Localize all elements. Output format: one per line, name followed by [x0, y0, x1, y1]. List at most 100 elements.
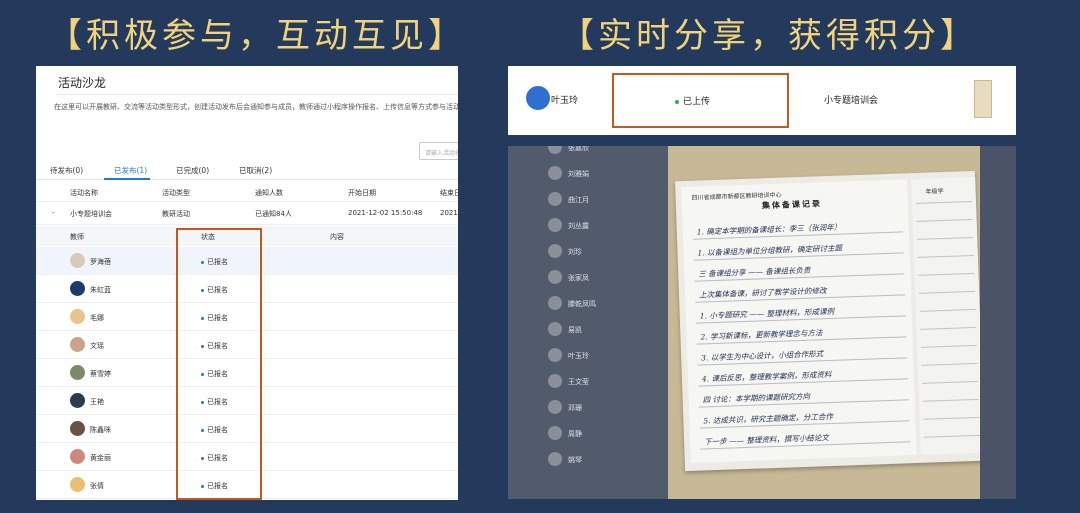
member-name: 张嘉欣 [568, 146, 589, 152]
table-grid-line [917, 236, 974, 240]
panel-edge [980, 146, 1016, 499]
col-end-date: 结束日 [440, 189, 458, 197]
upload-activity: 小专题培训会 [824, 96, 879, 106]
avatar [548, 296, 562, 310]
avatar [548, 426, 562, 440]
avatar [548, 270, 562, 284]
member-name: 刘珍 [568, 248, 582, 256]
table-grid-line [916, 218, 973, 222]
member-name: 张家凤 [568, 274, 589, 282]
member-name: 滕乾凤鸣 [568, 300, 596, 308]
upload-thumbnail[interactable] [974, 80, 992, 118]
member-list-item[interactable]: 周静 [548, 426, 658, 442]
notebook-left-page: 四川省成都市新都区教研培训中心 集体备课记录 1. 确定本学期的备课组长：李三（… [681, 179, 917, 463]
activity-end: 2021 [440, 209, 458, 217]
member-name: 姚琴 [568, 456, 582, 464]
teacher-name: 朱虹蓝 [90, 286, 111, 294]
notebook-right-page: 年级学 [911, 176, 985, 455]
table-grid-line [919, 290, 976, 294]
active-tab-indicator [104, 178, 150, 180]
member-list-item[interactable]: 邓珊 [548, 400, 658, 416]
avatar [548, 146, 562, 154]
member-list-item[interactable]: 曲江月 [548, 192, 658, 208]
member-name: 刘丛露 [568, 222, 589, 230]
teacher-name: 毛娜 [90, 314, 104, 322]
col-activity-name: 活动名称 [70, 189, 98, 197]
teacher-name: 王艳 [90, 398, 104, 406]
avatar [548, 322, 562, 336]
avatar [548, 400, 562, 414]
tab-cancelled[interactable]: 已取消(2) [239, 165, 272, 176]
member-list-item[interactable]: 张嘉欣 [548, 146, 658, 156]
activity-name: 小专题培训会 [70, 210, 112, 218]
left-heading: 【积极参与，互动互见】 [48, 16, 466, 56]
teacher-name: 黄金丽 [90, 454, 111, 462]
table-grid-line [924, 434, 981, 438]
avatar [70, 449, 85, 464]
notebook-photo[interactable]: 四川省成都市新都区教研培训中心 集体备课记录 1. 确定本学期的备课组长：李三（… [668, 146, 985, 499]
member-name: 叶玉玲 [568, 352, 589, 360]
col-teacher: 教师 [70, 233, 84, 241]
member-list-item[interactable]: 刘珍 [548, 244, 658, 260]
member-list-item[interactable]: 王文莹 [548, 374, 658, 390]
teacher-name: 文瑶 [90, 342, 104, 350]
tab-completed[interactable]: 已完成(0) [176, 165, 209, 176]
table-grid-line [919, 308, 976, 312]
avatar [548, 452, 562, 466]
panel-description: 在这里可以开展教研、交流等活动类型形式，创建活动发布后会通知参与成员，教师通过小… [54, 103, 458, 111]
col-activity-type: 活动类型 [162, 189, 190, 197]
notebook: 四川省成都市新都区教研培训中心 集体备课记录 1. 确定本学期的备课组长：李三（… [675, 170, 985, 472]
collapse-toggle[interactable]: - [52, 209, 55, 217]
member-list-item[interactable]: 张家凤 [548, 270, 658, 286]
table-grid-line [918, 272, 975, 276]
notebook-title: 集体备课记录 [761, 199, 823, 211]
col-notified: 通知人数 [255, 189, 283, 197]
teacher-name: 蔡雪婷 [90, 370, 111, 378]
status-highlight-box [176, 228, 262, 500]
avatar [548, 348, 562, 362]
avatar [70, 337, 85, 352]
avatar [548, 166, 562, 180]
teacher-name: 陈鑫咪 [90, 426, 111, 434]
tab-pending[interactable]: 待发布(0) [50, 165, 83, 176]
tab-published[interactable]: 已发布(1) [114, 165, 147, 176]
table-grid-line [921, 362, 978, 366]
member-name: 邓珊 [568, 404, 582, 412]
right-heading: 【实时分享，获得积分】 [560, 16, 978, 56]
member-list-item[interactable]: 叶玉玲 [548, 348, 658, 364]
background-member-list: 张嘉欣刘雅娟曲江月刘丛露刘珍张家凤滕乾凤鸣易凯叶玉玲王文莹邓珊周静姚琴 [508, 146, 668, 499]
search-input[interactable]: 请输入活动名称 [419, 142, 458, 160]
member-list-item[interactable]: 滕乾凤鸣 [548, 296, 658, 312]
panel-title: 活动沙龙 [58, 76, 107, 90]
avatar [526, 86, 550, 110]
table-grid-line [920, 326, 977, 330]
member-name: 周静 [568, 430, 582, 438]
member-name: 易凯 [568, 326, 582, 334]
uploader-name: 叶玉玲 [551, 96, 579, 106]
status-tabs: 待发布(0) 已发布(1) 已完成(0) 已取消(2) [36, 162, 458, 180]
avatar [70, 421, 85, 436]
activity-type: 教研活动 [162, 210, 190, 218]
activity-start: 2021-12-02 15:50:48 [348, 209, 423, 217]
avatar [548, 192, 562, 206]
avatar [548, 374, 562, 388]
notebook-right-title: 年级学 [925, 187, 944, 196]
member-name: 王文莹 [568, 378, 589, 386]
avatar [70, 393, 85, 408]
avatar [70, 477, 85, 492]
member-list-item[interactable]: 姚琴 [548, 452, 658, 468]
avatar [70, 281, 85, 296]
col-content: 内容 [330, 233, 344, 241]
table-grid-line [920, 344, 977, 348]
avatar [548, 218, 562, 232]
member-list-item[interactable]: 易凯 [548, 322, 658, 338]
avatar [70, 309, 85, 324]
activity-row[interactable]: - 小专题培训会 教研活动 已通知84人 2021-12-02 15:50:48… [36, 203, 458, 225]
col-start-date: 开始日期 [348, 189, 376, 197]
avatar [548, 244, 562, 258]
member-list-item[interactable]: 刘雅娟 [548, 166, 658, 182]
avatar [70, 365, 85, 380]
member-list-item[interactable]: 刘丛露 [548, 218, 658, 234]
teacher-name: 罗海蓓 [90, 258, 111, 266]
upload-highlight-box [612, 73, 789, 128]
